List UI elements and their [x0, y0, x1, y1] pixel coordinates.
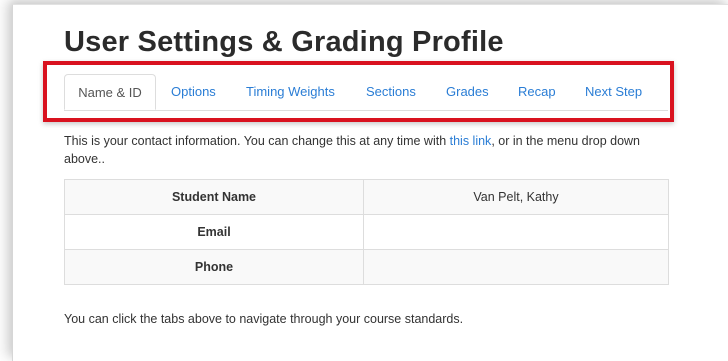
page-title: User Settings & Grading Profile — [64, 26, 504, 58]
email-label: Email — [64, 214, 364, 250]
tabs-highlight-box — [43, 61, 674, 122]
student-name-value: Van Pelt, Kathy — [363, 179, 669, 215]
email-value — [363, 214, 669, 250]
table-row-email: Email — [64, 214, 669, 250]
table-row-phone: Phone — [64, 249, 669, 285]
intro-text-start: This is your contact information. You ca… — [64, 134, 450, 148]
intro-text: This is your contact information. You ca… — [64, 132, 674, 168]
footer-note: You can click the tabs above to navigate… — [64, 312, 464, 326]
phone-value — [363, 249, 669, 285]
contact-info-table: Student Name Van Pelt, Kathy Email Phone — [64, 179, 669, 285]
table-row-student-name: Student Name Van Pelt, Kathy — [64, 179, 669, 215]
phone-label: Phone — [64, 249, 364, 285]
student-name-label: Student Name — [64, 179, 364, 215]
change-contact-link[interactable]: this link — [450, 134, 492, 148]
